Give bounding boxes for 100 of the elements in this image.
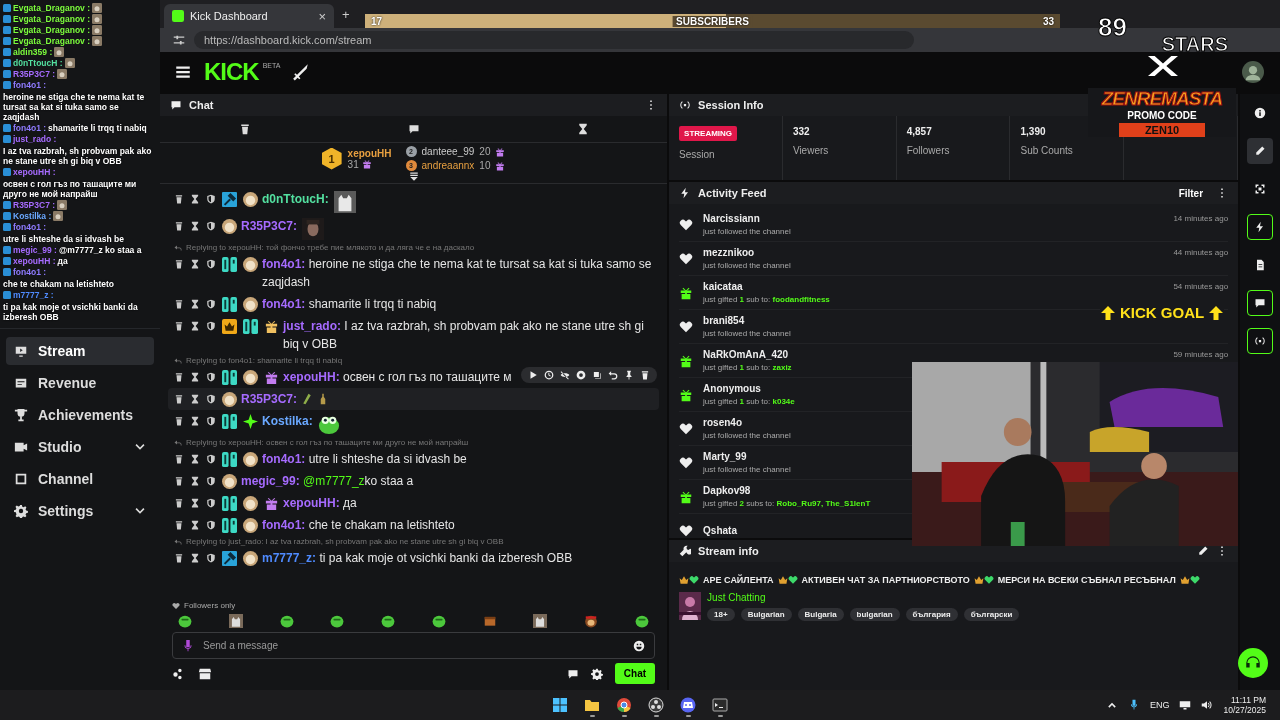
shield-icon[interactable] bbox=[206, 194, 216, 204]
shield-icon[interactable] bbox=[206, 454, 216, 464]
timeout-icon[interactable] bbox=[190, 476, 200, 486]
copy-icon[interactable] bbox=[592, 370, 603, 380]
box-emote-icon[interactable] bbox=[482, 614, 497, 628]
shield-icon[interactable] bbox=[206, 476, 216, 486]
delete-icon[interactable] bbox=[174, 553, 184, 563]
tag-chip[interactable]: Bulgarian bbox=[740, 608, 792, 621]
chat-message-row[interactable]: Kostilka: bbox=[168, 410, 660, 437]
terminal-icon[interactable] bbox=[712, 697, 728, 713]
delete-icon[interactable] bbox=[174, 498, 184, 508]
delete-icon[interactable] bbox=[174, 321, 184, 331]
sidebar-item[interactable]: Channel bbox=[6, 465, 154, 493]
user-avatar[interactable] bbox=[1242, 61, 1264, 83]
folder-icon[interactable] bbox=[584, 697, 600, 713]
delete-icon[interactable] bbox=[640, 370, 651, 380]
timeout-icon[interactable] bbox=[190, 259, 200, 269]
delete-icon[interactable] bbox=[174, 476, 184, 486]
sidebar-item[interactable]: Studio bbox=[6, 433, 154, 461]
windows-icon[interactable] bbox=[552, 697, 568, 713]
delete-icon[interactable] bbox=[174, 454, 184, 464]
language-indicator[interactable]: ENG bbox=[1149, 700, 1170, 710]
store-icon[interactable] bbox=[198, 666, 212, 681]
chat-icon[interactable] bbox=[1247, 290, 1274, 316]
new-tab-button[interactable]: + bbox=[342, 6, 350, 22]
frog-emote-icon[interactable] bbox=[279, 614, 294, 628]
close-tab-button[interactable]: × bbox=[318, 8, 326, 24]
clock-time[interactable]: 11:11 PM bbox=[1230, 695, 1266, 705]
timeout-icon[interactable] bbox=[190, 299, 200, 309]
timeout-icon[interactable] bbox=[190, 416, 200, 426]
sidebar-item[interactable]: Settings bbox=[6, 497, 154, 525]
chat-message-row[interactable]: fon4o1: utre li shteshe da si idvash be bbox=[168, 448, 660, 470]
broadcast-icon[interactable] bbox=[1247, 328, 1274, 354]
shield-icon[interactable] bbox=[206, 416, 216, 426]
chat-icon[interactable] bbox=[566, 667, 579, 680]
frog-emote-icon[interactable] bbox=[381, 614, 396, 628]
lightning-icon[interactable] bbox=[1247, 214, 1274, 240]
timeout-icon[interactable] bbox=[190, 321, 200, 331]
timeout-icon[interactable] bbox=[190, 498, 200, 508]
timeout-icon[interactable] bbox=[190, 194, 200, 204]
monitor-icon[interactable] bbox=[1179, 699, 1192, 711]
monkey-emote-icon[interactable] bbox=[584, 614, 599, 628]
chat-message-row[interactable]: d0nTtoucH: bbox=[168, 188, 660, 215]
frog-emote-icon[interactable] bbox=[178, 614, 192, 628]
filter-button[interactable]: Filter bbox=[1172, 186, 1210, 200]
sidebar-item[interactable]: Achievements bbox=[6, 401, 154, 429]
shield-icon[interactable] bbox=[206, 394, 216, 404]
browser-tab[interactable]: Kick Dashboard × bbox=[164, 4, 334, 28]
site-settings-icon[interactable] bbox=[172, 33, 186, 47]
category-link[interactable]: Just Chatting bbox=[707, 592, 1020, 603]
chat-message-row[interactable]: xepouHH: освен с гол гъз по ташаците м bbox=[168, 366, 660, 388]
delete-icon[interactable] bbox=[174, 394, 184, 404]
undo-icon[interactable] bbox=[608, 370, 619, 380]
sidebar-item[interactable]: Revenue bbox=[6, 369, 154, 397]
chat-message-row[interactable]: fon4o1: che te chakam na letishteto bbox=[168, 514, 660, 536]
kick-logo[interactable]: KICK bbox=[204, 58, 259, 86]
chat-message-row[interactable]: fon4o1: shamarite li trqq ti nabiq bbox=[168, 293, 660, 315]
clock-date[interactable]: 10/27/2025 bbox=[1223, 705, 1266, 715]
tag-chip[interactable]: Bulgaria bbox=[797, 608, 844, 621]
sidebar-item[interactable]: Stream bbox=[6, 337, 154, 365]
cat-emote-icon[interactable] bbox=[228, 614, 243, 628]
timeout-icon[interactable] bbox=[190, 454, 200, 464]
clock-icon[interactable] bbox=[544, 370, 555, 380]
shield-icon[interactable] bbox=[206, 259, 216, 269]
game-controller-icon[interactable] bbox=[680, 697, 696, 713]
timeout-icon[interactable] bbox=[190, 520, 200, 530]
shield-icon[interactable] bbox=[206, 553, 216, 563]
menu-icon[interactable] bbox=[174, 63, 192, 81]
hidden-icon[interactable] bbox=[560, 370, 571, 380]
chat-message-row[interactable]: m7777_z: ti pa kak moje ot vsichki banki da izberesh OBB bbox=[168, 547, 660, 569]
timeout-icon[interactable] bbox=[190, 394, 200, 404]
sword-icon[interactable] bbox=[292, 63, 311, 81]
browser-icon[interactable] bbox=[616, 697, 632, 713]
delete-icon[interactable] bbox=[174, 259, 184, 269]
delete-icon[interactable] bbox=[174, 194, 184, 204]
chat-message-row[interactable]: xepouHH: да bbox=[168, 492, 660, 514]
timeout-icon[interactable] bbox=[190, 553, 200, 563]
shield-icon[interactable] bbox=[206, 520, 216, 530]
delete-icon[interactable] bbox=[174, 372, 184, 382]
tag-chip[interactable]: български bbox=[963, 608, 1020, 621]
edit-icon[interactable] bbox=[1247, 138, 1274, 164]
delete-icon[interactable] bbox=[174, 416, 184, 426]
chat-message-row[interactable]: megic_99: @m7777_zko staa a bbox=[168, 470, 660, 492]
address-bar[interactable]: https://dashboard.kick.com/stream bbox=[194, 31, 914, 49]
shield-icon[interactable] bbox=[206, 221, 216, 231]
timeout-icon[interactable] bbox=[190, 372, 200, 382]
timeout-icon[interactable] bbox=[190, 221, 200, 231]
send-button[interactable]: Chat bbox=[614, 663, 656, 684]
chat-icon[interactable] bbox=[407, 123, 420, 135]
shield-icon[interactable] bbox=[206, 498, 216, 508]
delete-icon[interactable] bbox=[174, 299, 184, 309]
shield-icon[interactable] bbox=[206, 321, 216, 331]
shield-icon[interactable] bbox=[206, 372, 216, 382]
emoji-icon[interactable] bbox=[633, 640, 646, 652]
chat-message-row[interactable]: just_rado: I az tva razbrah, sh probvam pak ako ne stane utre sh gi biq v OBB bbox=[168, 315, 660, 355]
shield-icon[interactable] bbox=[206, 299, 216, 309]
tag-chip[interactable]: 18+ bbox=[707, 608, 735, 621]
play-icon[interactable] bbox=[528, 370, 539, 380]
chat-message-row[interactable]: R35P3C7: bbox=[168, 215, 660, 242]
delete-icon[interactable] bbox=[174, 520, 184, 530]
